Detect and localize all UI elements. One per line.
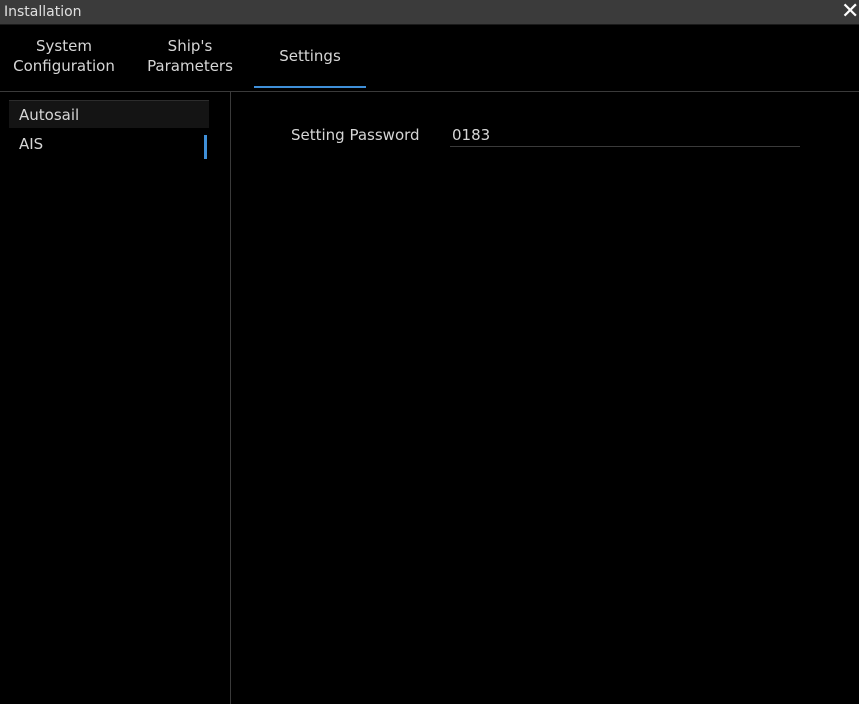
tab-label-line2: Configuration [13,57,115,75]
tab-ships-parameters[interactable]: Ship's Parameters [130,25,250,87]
sidebar-item-autosail[interactable]: Autosail [9,100,209,128]
sidebar-item-label: AIS [19,135,44,153]
tab-label-line1: System [36,37,92,55]
tab-system-configuration[interactable]: System Configuration [0,25,128,87]
sidebar-selection-indicator [204,135,207,159]
tab-label: Settings [279,47,341,65]
sidebar-item-ais[interactable]: AIS [9,130,209,158]
setting-password-field[interactable]: 0183 [452,125,490,145]
window-titlebar: Installation ✕ [0,0,859,25]
setting-password-label: Setting Password [291,126,420,144]
tab-settings[interactable]: Settings [254,25,366,87]
active-tab-indicator [254,86,366,88]
tab-label-line2: Parameters [147,57,233,75]
sidebar: Autosail AIS [0,92,231,704]
sidebar-item-label: Autosail [19,106,80,124]
window-title: Installation [4,4,82,20]
settings-panel: Setting Password 0183 [231,92,859,704]
tab-bar: System Configuration Ship's Parameters S… [0,25,859,92]
setting-password-underline [450,146,800,147]
tab-label-line1: Ship's [167,37,213,55]
close-icon[interactable]: ✕ [841,1,859,23]
